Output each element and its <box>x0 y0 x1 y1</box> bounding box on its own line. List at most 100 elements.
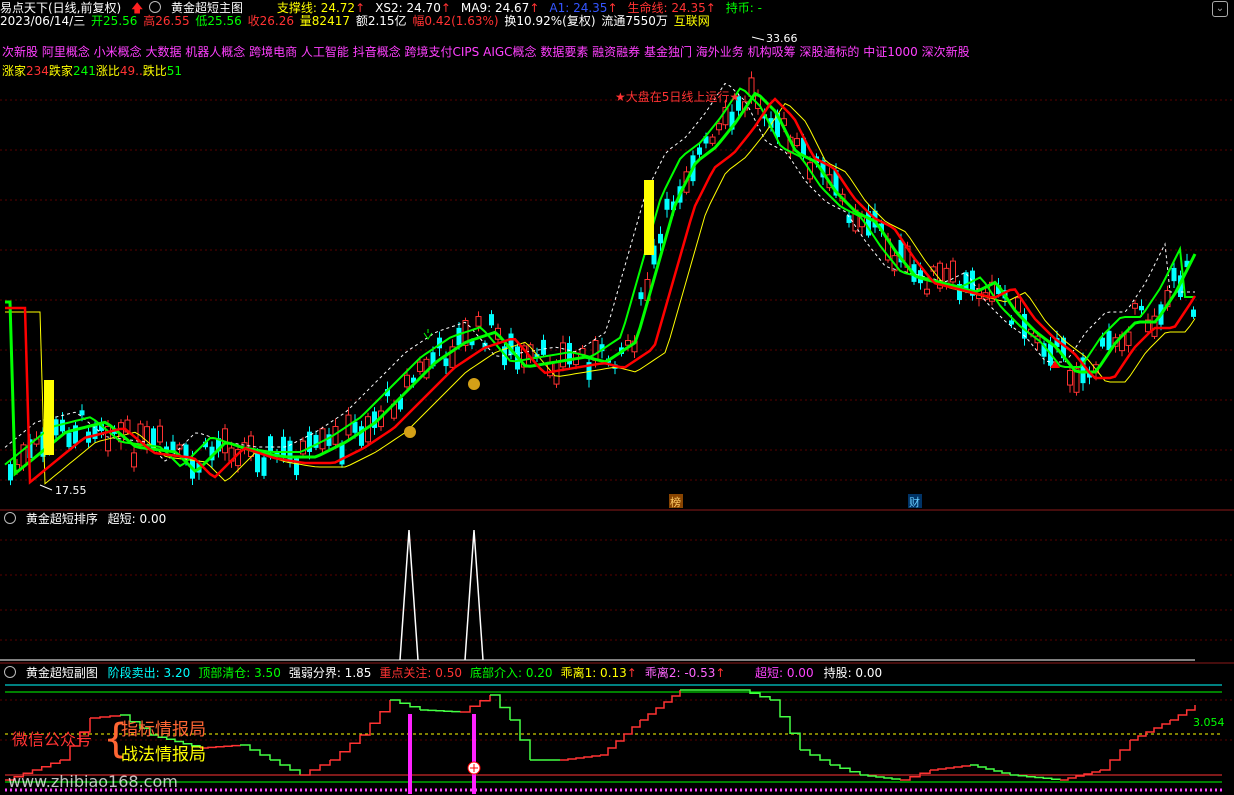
sub-indicator-value: 超短: 0.00 <box>755 666 814 680</box>
sub-indicator-value: 持股: 0.00 <box>823 666 883 680</box>
watermark-line2: 战法情报局 <box>121 745 206 765</box>
candle-body <box>8 464 13 481</box>
step-segment <box>360 700 391 736</box>
candle-body <box>1132 303 1138 309</box>
candle-body <box>658 233 663 244</box>
candle-body <box>697 147 702 155</box>
watermark-url: www.zhibiao168.com <box>8 772 178 791</box>
money-bag-icon <box>468 378 480 390</box>
step-segment <box>640 690 681 721</box>
step-segment <box>970 764 1011 775</box>
panel-toggle-icon[interactable] <box>4 666 16 678</box>
candle-body <box>664 198 670 210</box>
main-grid <box>0 99 1234 741</box>
ma-red-line <box>5 97 1197 485</box>
candle-body <box>709 136 716 144</box>
step-segment <box>1010 774 1061 780</box>
candle-body <box>443 358 449 367</box>
candle-body <box>456 327 462 346</box>
candle-body <box>638 292 644 300</box>
low-price-pointer <box>39 484 53 491</box>
sub-indicator-value: 底部介入: 0.20 <box>469 666 553 680</box>
sub-indicator-value: 阶段卖出: 3.20 <box>107 666 191 680</box>
sub-panel-title[interactable]: 黄金超短副图 <box>26 666 98 680</box>
step-segment <box>510 719 531 760</box>
step-segment <box>930 765 971 771</box>
candle-body <box>417 361 423 372</box>
sub-panel-value: 3.054 <box>1193 716 1225 729</box>
sub-indicator-value: 乖离1: 0.13↑ <box>560 666 637 680</box>
candle-body <box>170 441 176 451</box>
sub-indicator-value: 重点关注: 0.50 <box>379 666 462 680</box>
step-segment <box>490 694 511 720</box>
signal-bar-1 <box>44 380 54 455</box>
sub-panel-values: 阶段卖出: 3.20 顶部清仓: 3.50 强弱分界: 1.85 重点关注: 0.50… <box>108 666 734 680</box>
candle-body <box>1191 309 1196 317</box>
candle-body <box>66 432 72 448</box>
step-segment <box>390 699 421 710</box>
step-segment <box>200 744 241 749</box>
candle-body <box>404 374 410 388</box>
market-annotation: ★大盘在5日线上运行★ <box>615 89 740 104</box>
step-segment <box>860 774 901 780</box>
sub-panel-header: 黄金超短副图 阶段卖出: 3.20 顶部清仓: 3.50 强弱分界: 1.85 重点关… <box>0 666 739 680</box>
panel-toggle-icon[interactable] <box>4 512 16 524</box>
candle-body <box>794 138 800 147</box>
sub-indicator-value: 顶部清仓: 3.50 <box>198 666 281 680</box>
candle-body <box>157 425 163 443</box>
candle-body <box>541 339 546 355</box>
candle-body <box>255 452 260 473</box>
candle-body <box>475 316 482 327</box>
finance-marker-label: 财 <box>909 495 920 509</box>
step-segment <box>240 744 271 760</box>
ma-green-line <box>5 91 1197 477</box>
step-segment <box>300 760 331 776</box>
candle-body <box>489 314 494 326</box>
watermark-line1: 指标情报局 <box>121 720 206 740</box>
money-bag-icon <box>404 426 416 438</box>
candle-body <box>79 410 85 416</box>
candle-body <box>1125 331 1132 346</box>
sub-indicator-value: 乖离2: -0.53↑ <box>644 666 726 680</box>
sort-panel-title[interactable]: 黄金超短排序 <box>26 512 98 526</box>
step-segment <box>1170 705 1196 721</box>
high-price-label: 33.66 <box>766 32 798 45</box>
candle-body <box>261 457 267 476</box>
step-segment <box>770 699 801 750</box>
ma-green-line <box>4 87 1195 468</box>
step-segment <box>270 759 301 775</box>
step-segment <box>600 720 641 756</box>
candlestick-series <box>8 71 1196 486</box>
candle-body <box>1009 320 1014 325</box>
watermark-wechat: 微信公众号 <box>12 730 92 749</box>
candle-body <box>553 362 560 385</box>
step-segment <box>800 749 831 765</box>
step-segment <box>1130 720 1171 741</box>
step-segment <box>420 709 461 713</box>
signal-bar-2 <box>644 180 654 255</box>
step-segment <box>1100 740 1131 771</box>
candle-body <box>560 342 566 368</box>
candle-body <box>268 436 273 452</box>
candle-body <box>592 340 599 361</box>
candle-body <box>924 288 930 295</box>
sort-panel-value: 超短: 0.00 <box>107 512 167 526</box>
candle-body <box>352 421 358 433</box>
step-segment <box>460 695 491 713</box>
moving-average-lines <box>4 82 1197 485</box>
candle-body <box>716 123 722 131</box>
down-arrow-icon <box>423 329 433 340</box>
ranking-marker-label: 榜 <box>670 495 681 509</box>
candle-body <box>1139 305 1144 311</box>
high-price-pointer <box>751 36 765 41</box>
step-segment <box>330 735 361 761</box>
step-segment <box>830 764 861 775</box>
low-price-label: 17.55 <box>55 484 87 497</box>
candle-body <box>1171 267 1177 282</box>
sub-panel-right-values: 超短: 0.00 持股: 0.00 <box>755 666 892 680</box>
sub-indicator-value: 强弱分界: 1.85 <box>288 666 372 680</box>
candle-body <box>131 452 137 468</box>
sort-panel-header: 黄金超短排序 超短: 0.00 <box>0 512 172 526</box>
candle-body <box>1067 370 1073 386</box>
candle-body <box>319 428 326 450</box>
